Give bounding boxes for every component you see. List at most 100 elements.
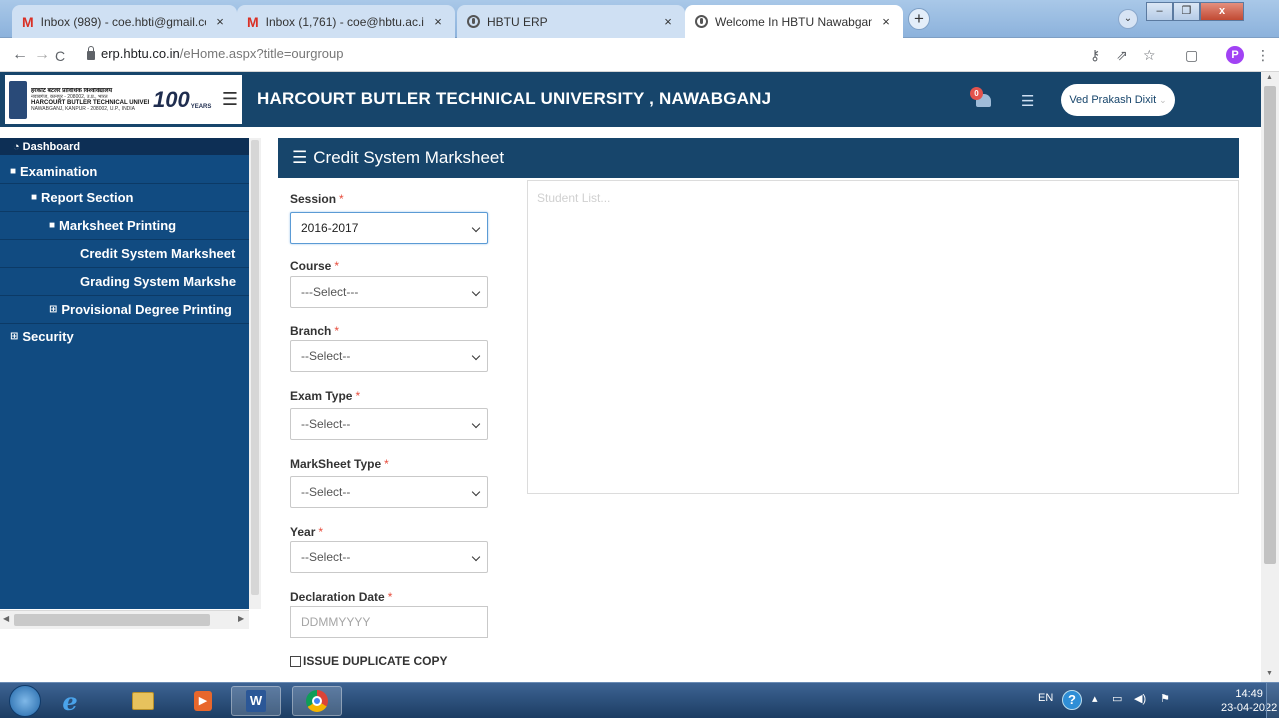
student-list-placeholder: Student List... bbox=[537, 191, 611, 205]
sidebar-vertical-scrollbar[interactable] bbox=[249, 138, 261, 609]
duplicate-copy-label: ISSUE DUPLICATE COPY bbox=[303, 654, 448, 668]
window-controls: – ❐ x bbox=[1146, 2, 1244, 22]
new-tab-button[interactable]: + bbox=[908, 8, 930, 30]
reload-icon[interactable]: C bbox=[55, 48, 65, 64]
student-list-panel: Student List... bbox=[527, 180, 1239, 494]
session-label: Session * bbox=[290, 192, 344, 206]
course-select[interactable]: ---Select--- bbox=[290, 276, 488, 308]
url-field[interactable]: erp.hbtu.co.in/eHome.aspx?title=ourgroup bbox=[87, 45, 344, 61]
url-path: /eHome.aspx?title=ourgroup bbox=[179, 46, 344, 61]
chevron-down-icon: ⌄ bbox=[1159, 94, 1167, 105]
action-center-flag-icon[interactable]: ⚑ bbox=[1160, 692, 1170, 705]
exam-type-select[interactable]: --Select-- bbox=[290, 408, 488, 440]
sidebar-item-security[interactable]: ⊞ Security bbox=[0, 324, 249, 349]
language-indicator[interactable]: EN bbox=[1038, 692, 1053, 704]
password-key-icon[interactable]: ⚷ bbox=[1090, 47, 1100, 64]
chevron-down-icon bbox=[471, 487, 481, 497]
browser-tab-strip: M Inbox (989) - coe.hbti@gmail.co × M In… bbox=[0, 0, 1279, 38]
close-icon[interactable]: × bbox=[431, 14, 445, 29]
help-icon[interactable]: ? bbox=[1062, 690, 1082, 710]
duplicate-copy-checkbox[interactable] bbox=[290, 655, 301, 667]
close-icon[interactable]: × bbox=[213, 14, 227, 29]
scroll-right-icon[interactable]: ▶ bbox=[238, 614, 244, 623]
volume-icon[interactable]: ◀) bbox=[1134, 692, 1146, 705]
tab-gmail-coe-hbti[interactable]: M Inbox (989) - coe.hbti@gmail.co × bbox=[12, 5, 237, 38]
tray-expand-icon[interactable]: ▴ bbox=[1092, 692, 1098, 705]
sidebar-item-grading-system-marksheet[interactable]: Grading System Markshe bbox=[0, 268, 249, 296]
scroll-up-icon[interactable]: ▲ bbox=[1266, 74, 1273, 81]
tab-label: Welcome In HBTU Nawabganj C bbox=[715, 14, 872, 29]
side-panel-icon[interactable]: ▢ bbox=[1185, 47, 1198, 64]
window-close-icon[interactable]: x bbox=[1200, 2, 1244, 21]
network-icon[interactable]: ▭ bbox=[1112, 692, 1122, 705]
user-menu-button[interactable]: Ved Prakash Dixit ⌄ bbox=[1061, 84, 1175, 116]
taskbar-media-app[interactable]: ▶ bbox=[178, 686, 228, 716]
folder-icon bbox=[132, 692, 154, 710]
taskbar-internet-explorer[interactable]: e bbox=[45, 686, 95, 716]
marksheet-form: Session * 2016-2017 Course * ---Select--- … bbox=[278, 178, 502, 678]
session-select[interactable]: 2016-2017 bbox=[290, 212, 488, 244]
marksheet-type-select[interactable]: --Select-- bbox=[290, 476, 488, 508]
restore-icon[interactable]: ❐ bbox=[1173, 2, 1200, 21]
declaration-date-input[interactable] bbox=[290, 606, 488, 638]
tab-hbtu-erp[interactable]: HBTU ERP × bbox=[457, 5, 685, 38]
centenary-mark: 100 YEARS bbox=[153, 86, 212, 112]
sidebar-horizontal-scrollbar[interactable]: ◀ ▶ bbox=[0, 610, 249, 629]
scroll-thumb[interactable] bbox=[14, 614, 210, 626]
scroll-left-icon[interactable]: ◀ bbox=[3, 614, 9, 623]
sidebar-item-examination[interactable]: ■ Examination bbox=[0, 159, 249, 184]
sidebar-item-marksheet-printing[interactable]: ■ Marksheet Printing bbox=[0, 212, 249, 240]
taskbar-chrome[interactable] bbox=[292, 686, 342, 716]
minimize-icon[interactable]: – bbox=[1146, 2, 1173, 21]
branch-label: Branch * bbox=[290, 324, 340, 338]
notification-bell[interactable]: 0 bbox=[970, 87, 996, 110]
sidebar-item-report-section[interactable]: ■ Report Section bbox=[0, 184, 249, 212]
start-button[interactable] bbox=[9, 685, 41, 717]
page-title: HARCOURT BUTLER TECHNICAL UNIVERSITY , N… bbox=[257, 89, 772, 108]
chevron-down-icon bbox=[471, 552, 481, 562]
tab-welcome-hbtu[interactable]: Welcome In HBTU Nawabganj C × bbox=[685, 5, 903, 38]
university-logo[interactable]: हरकोर्ट बटलर प्राविधिक विश्वविद्यालय नवा… bbox=[5, 75, 242, 124]
gmail-icon: M bbox=[247, 13, 259, 30]
marksheet-type-label: MarkSheet Type * bbox=[290, 457, 389, 471]
dashboard-icon: ◔ bbox=[13, 140, 20, 153]
notification-badge: 0 bbox=[970, 87, 983, 100]
tab-label: Inbox (1,761) - coe@hbtu.ac.in - bbox=[265, 14, 424, 29]
year-label: Year * bbox=[290, 525, 324, 539]
share-icon[interactable]: ⇗ bbox=[1116, 47, 1128, 64]
url-host: erp.hbtu.co.in bbox=[101, 46, 180, 61]
year-select[interactable]: --Select-- bbox=[290, 541, 488, 573]
globe-icon bbox=[467, 15, 480, 28]
close-icon[interactable]: × bbox=[879, 14, 893, 29]
tab-gmail-coe-hbtu[interactable]: M Inbox (1,761) - coe@hbtu.ac.in - × bbox=[237, 5, 455, 38]
show-desktop-button[interactable] bbox=[1266, 683, 1279, 718]
sidebar: ■ Examination ■ Report Section ■ Markshe… bbox=[0, 138, 249, 609]
chrome-icon bbox=[306, 690, 328, 712]
sidebar-item-credit-system-marksheet[interactable]: Credit System Marksheet bbox=[0, 240, 249, 268]
more-menu-icon[interactable]: ⋮ bbox=[1256, 47, 1270, 64]
chevron-down-icon bbox=[471, 419, 481, 429]
address-bar: ← → C erp.hbtu.co.in/eHome.aspx?title=ou… bbox=[0, 38, 1279, 72]
scroll-thumb[interactable] bbox=[1264, 86, 1276, 564]
forward-icon[interactable]: → bbox=[34, 46, 50, 64]
hamburger-menu-icon[interactable]: ☰ bbox=[222, 89, 238, 110]
issue-duplicate-copy[interactable]: ISSUE DUPLICATE COPY bbox=[290, 654, 447, 668]
scroll-thumb[interactable] bbox=[251, 140, 259, 595]
list-menu-icon[interactable]: ☰ bbox=[1021, 92, 1034, 110]
taskbar-file-explorer[interactable] bbox=[118, 686, 168, 716]
lock-icon bbox=[87, 45, 95, 60]
profile-avatar[interactable]: P bbox=[1226, 46, 1244, 64]
gmail-icon: M bbox=[22, 13, 34, 30]
back-icon[interactable]: ← bbox=[12, 46, 28, 64]
close-icon[interactable]: × bbox=[661, 14, 675, 29]
page-vertical-scrollbar[interactable]: ▲ ▼ bbox=[1261, 72, 1279, 682]
tab-search-dropdown-icon[interactable]: ⌄ bbox=[1118, 9, 1138, 29]
scroll-down-icon[interactable]: ▼ bbox=[1266, 670, 1273, 677]
sidebar-item-dashboard[interactable]: ◔ Dashboard bbox=[0, 138, 249, 155]
bookmark-star-icon[interactable]: ☆ bbox=[1143, 47, 1156, 64]
user-name: Ved Prakash Dixit bbox=[1069, 94, 1157, 106]
app-header: हरकोर्ट बटलर प्राविधिक विश्वविद्यालय नवा… bbox=[0, 72, 1261, 127]
taskbar-word[interactable]: W bbox=[231, 686, 281, 716]
branch-select[interactable]: --Select-- bbox=[290, 340, 488, 372]
sidebar-item-provisional-degree-printing[interactable]: ⊞ Provisional Degree Printing bbox=[0, 296, 249, 324]
